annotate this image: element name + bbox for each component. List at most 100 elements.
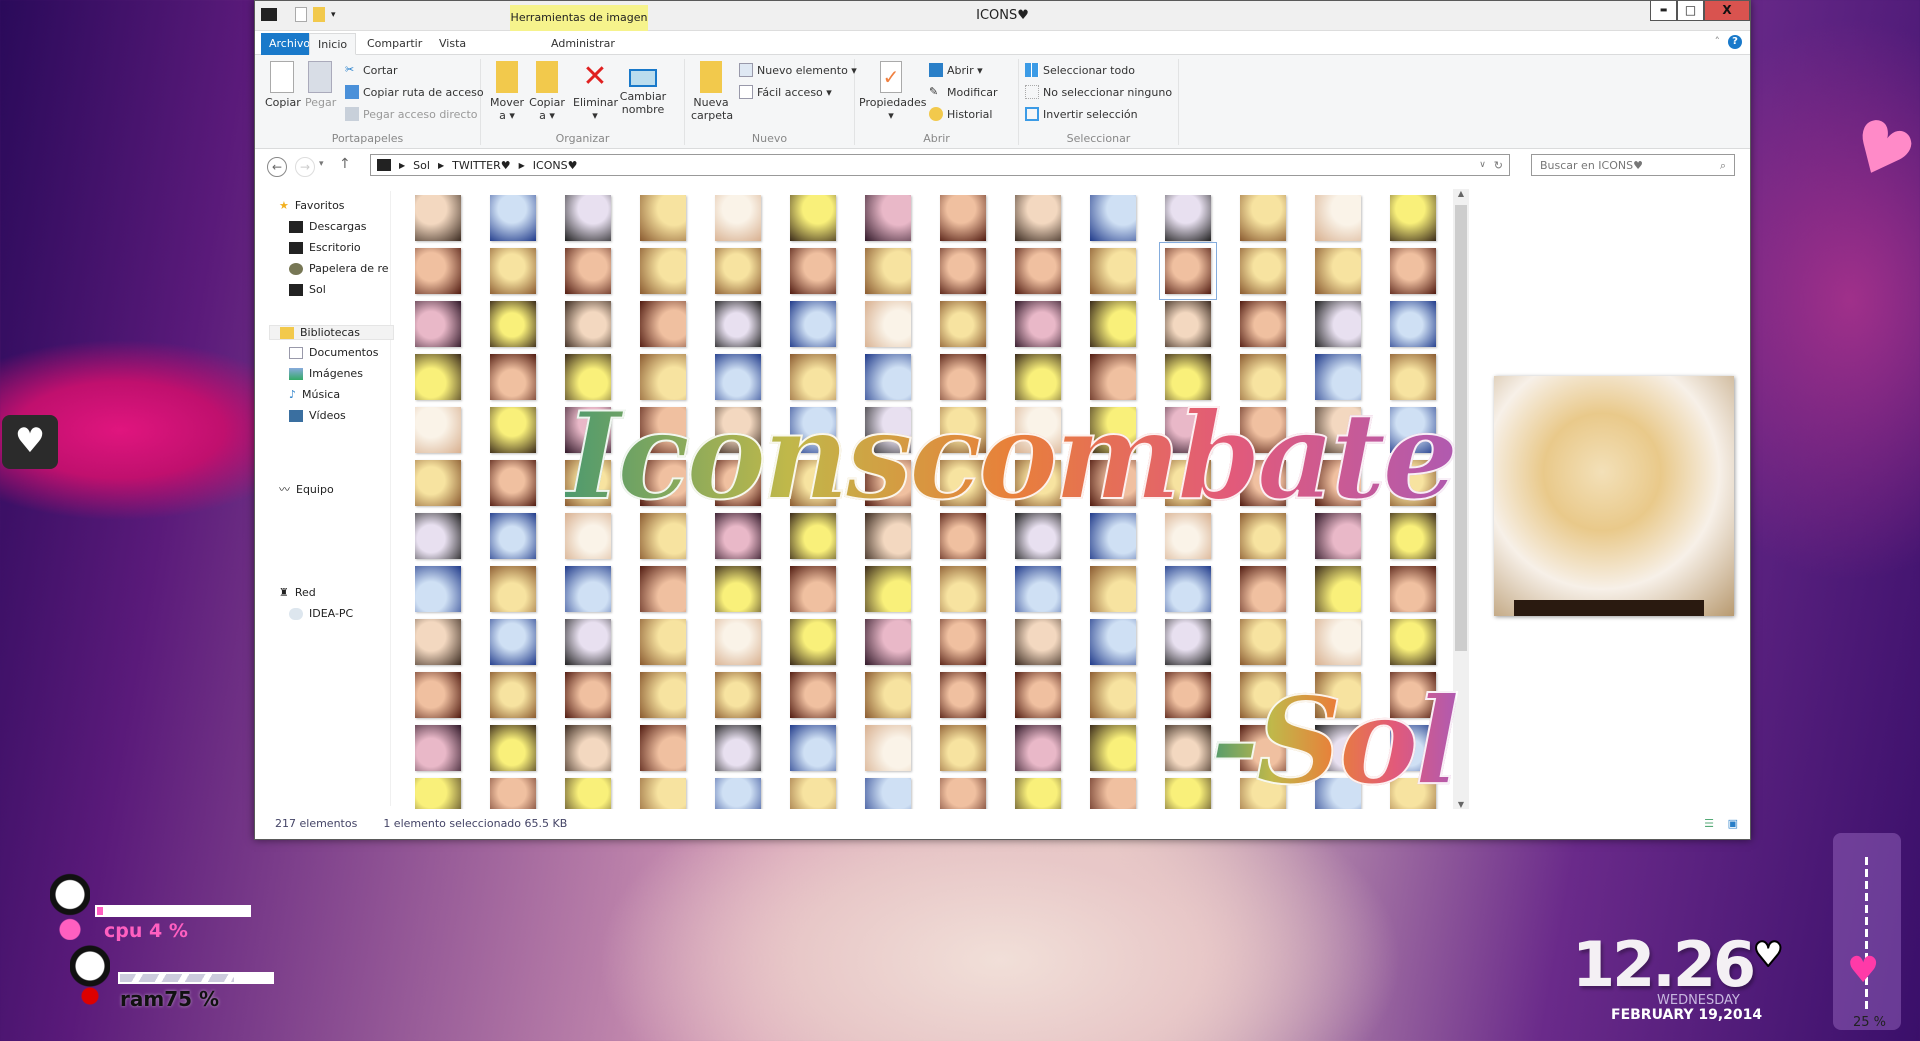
back-button[interactable]: ← — [267, 157, 287, 177]
image-thumbnail[interactable] — [1165, 672, 1211, 718]
image-thumbnail[interactable] — [1240, 354, 1286, 400]
image-thumbnail[interactable] — [1315, 566, 1361, 612]
image-thumbnail[interactable] — [940, 725, 986, 771]
image-thumbnail[interactable] — [715, 248, 761, 294]
image-thumbnail[interactable] — [1015, 195, 1061, 241]
image-thumbnail[interactable] — [565, 566, 611, 612]
image-thumbnail[interactable] — [1015, 778, 1061, 809]
breadcrumb-twitter[interactable]: TWITTER♥ — [452, 159, 511, 172]
image-thumbnail[interactable] — [715, 725, 761, 771]
nav-papelera[interactable]: Papelera de re — [289, 262, 414, 275]
image-thumbnail[interactable] — [1090, 301, 1136, 347]
image-thumbnail[interactable] — [865, 725, 911, 771]
image-thumbnail[interactable] — [1165, 195, 1211, 241]
paste-shortcut-button[interactable]: Pegar acceso directo — [345, 107, 478, 121]
image-thumbnail[interactable] — [490, 248, 536, 294]
breadcrumb-icons[interactable]: ICONS♥ — [533, 159, 578, 172]
nav-escritorio[interactable]: Escritorio — [289, 241, 414, 254]
search-input[interactable]: Buscar en ICONS♥ ⌕ — [1531, 154, 1735, 176]
image-thumbnail[interactable] — [640, 619, 686, 665]
image-thumbnail[interactable] — [415, 672, 461, 718]
image-thumbnail[interactable] — [565, 460, 611, 506]
image-thumbnail[interactable] — [1090, 460, 1136, 506]
image-thumbnail[interactable] — [1240, 725, 1286, 771]
image-thumbnail[interactable] — [1090, 354, 1136, 400]
image-thumbnail[interactable] — [790, 460, 836, 506]
image-thumbnail[interactable] — [1165, 407, 1211, 453]
image-thumbnail[interactable] — [790, 619, 836, 665]
image-thumbnail[interactable] — [1240, 566, 1286, 612]
image-thumbnail[interactable] — [865, 778, 911, 809]
close-button[interactable]: X — [1704, 1, 1750, 21]
image-thumbnail[interactable] — [1315, 248, 1361, 294]
image-thumbnail[interactable] — [790, 725, 836, 771]
image-thumbnail[interactable] — [490, 725, 536, 771]
image-thumbnail[interactable] — [565, 672, 611, 718]
image-thumbnail[interactable] — [1390, 619, 1436, 665]
image-thumbnail[interactable] — [1315, 513, 1361, 559]
image-thumbnail[interactable] — [490, 566, 536, 612]
image-thumbnail[interactable] — [415, 407, 461, 453]
image-thumbnail[interactable] — [1015, 566, 1061, 612]
image-thumbnail[interactable] — [1015, 513, 1061, 559]
details-view-icon[interactable]: ☰ — [1704, 817, 1714, 830]
image-thumbnail[interactable] — [715, 778, 761, 809]
image-thumbnail[interactable] — [565, 354, 611, 400]
tab-inicio[interactable]: Inicio — [309, 33, 357, 55]
refresh-icon[interactable]: ↻ — [1494, 159, 1503, 172]
image-thumbnail[interactable] — [640, 566, 686, 612]
image-thumbnail[interactable] — [715, 354, 761, 400]
open-button[interactable]: Abrir ▾ — [929, 63, 983, 77]
select-all-button[interactable]: Seleccionar todo — [1025, 63, 1135, 77]
image-thumbnail[interactable] — [640, 778, 686, 809]
image-thumbnail[interactable] — [1015, 248, 1061, 294]
image-thumbnail[interactable] — [415, 513, 461, 559]
image-thumbnail[interactable] — [940, 301, 986, 347]
image-thumbnail[interactable] — [415, 248, 461, 294]
image-thumbnail[interactable] — [1390, 672, 1436, 718]
image-thumbnail[interactable] — [1240, 672, 1286, 718]
image-thumbnail[interactable] — [790, 248, 836, 294]
collapse-ribbon-icon[interactable]: ˄ — [1715, 35, 1721, 48]
delete-button[interactable]: ✕ Eliminar ▾ — [573, 61, 618, 123]
image-thumbnail[interactable] — [1390, 354, 1436, 400]
image-thumbnail[interactable] — [490, 354, 536, 400]
image-thumbnail[interactable] — [415, 195, 461, 241]
maximize-button[interactable]: □ — [1677, 1, 1704, 21]
image-thumbnail[interactable] — [565, 725, 611, 771]
image-thumbnail[interactable] — [940, 513, 986, 559]
image-thumbnail[interactable] — [1165, 566, 1211, 612]
image-thumbnail[interactable] — [790, 778, 836, 809]
image-thumbnail[interactable] — [790, 672, 836, 718]
image-thumbnail[interactable] — [1090, 513, 1136, 559]
image-thumbnail[interactable] — [490, 301, 536, 347]
scrollbar-thumb[interactable] — [1455, 205, 1467, 651]
image-thumbnail[interactable] — [1390, 248, 1436, 294]
image-thumbnail[interactable] — [1390, 460, 1436, 506]
image-thumbnail[interactable] — [1390, 513, 1436, 559]
copy-to-button[interactable]: Copiar a ▾ — [529, 61, 565, 122]
image-thumbnail[interactable] — [490, 672, 536, 718]
volume-heart-handle-icon[interactable]: ♥ — [1847, 953, 1879, 989]
nav-videos[interactable]: Vídeos — [289, 409, 414, 422]
image-thumbnail[interactable] — [715, 460, 761, 506]
copy-path-button[interactable]: Copiar ruta de acceso — [345, 85, 484, 99]
image-thumbnail[interactable] — [865, 301, 911, 347]
image-thumbnail[interactable] — [415, 301, 461, 347]
image-thumbnail[interactable] — [940, 460, 986, 506]
image-thumbnail[interactable] — [1390, 778, 1436, 809]
image-thumbnail[interactable] — [640, 248, 686, 294]
help-icon[interactable]: ? — [1728, 35, 1742, 49]
breadcrumb-sol[interactable]: Sol — [413, 159, 430, 172]
heart-gadget-icon[interactable]: ♥ — [2, 415, 58, 469]
image-thumbnail[interactable] — [640, 460, 686, 506]
nav-bibliotecas[interactable]: Bibliotecas — [269, 325, 394, 340]
image-thumbnail[interactable] — [1015, 301, 1061, 347]
image-thumbnail[interactable] — [940, 195, 986, 241]
image-thumbnail[interactable] — [1165, 460, 1211, 506]
image-thumbnail[interactable] — [415, 566, 461, 612]
image-thumbnail[interactable] — [940, 407, 986, 453]
new-folder-button[interactable]: Nueva carpeta — [691, 61, 733, 122]
nav-favoritos[interactable]: ★ Favoritos — [279, 199, 404, 212]
image-thumbnail[interactable] — [1015, 407, 1061, 453]
